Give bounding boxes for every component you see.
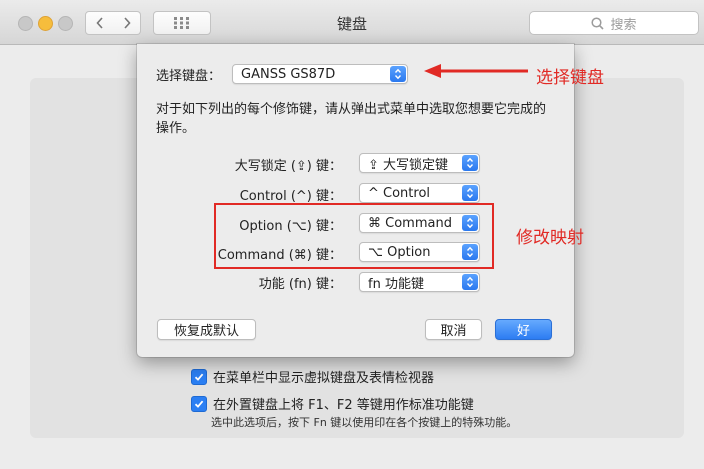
control-key-select[interactable]: ^ Control (359, 183, 480, 203)
show-viewer-checkbox[interactable] (191, 368, 207, 385)
up-down-arrows-icon (462, 155, 478, 171)
chevron-right-icon (123, 17, 131, 29)
show-all-button[interactable] (153, 11, 211, 35)
show-viewer-checkbox-row[interactable]: 在菜单栏中显示虚拟键盘及表情检视器 (191, 367, 434, 386)
up-down-arrows-icon (462, 185, 478, 201)
grid-icon (174, 17, 189, 29)
checkmark-icon (194, 373, 204, 381)
caps-lock-key-value: ⇪ 大写锁定键 (368, 157, 449, 173)
red-arrow-icon (424, 64, 528, 78)
search-field[interactable]: 搜索 (529, 11, 699, 35)
function-key-label: 功能 (fn) 键： (258, 277, 342, 292)
cancel-button[interactable]: 取消 (425, 319, 482, 340)
search-icon (591, 16, 605, 30)
standard-function-keys-label: 在外置键盘上将 F1、F2 等键用作标准功能键 (213, 398, 474, 413)
control-key-label: Control (^) 键： (239, 189, 342, 204)
modifier-mapping-annotation: 修改映射 (516, 228, 584, 248)
function-keys-note: 选中此选项后，按下 Fn 键以使用印在各个按键上的特殊功能。 (211, 416, 518, 429)
control-key-value: ^ Control (368, 185, 431, 201)
back-button[interactable] (85, 11, 114, 35)
minimize-window-button[interactable] (38, 16, 53, 31)
select-keyboard-annotation: 选择键盘 (536, 68, 604, 88)
zoom-window-button[interactable] (58, 16, 73, 31)
checkmark-icon (194, 400, 204, 408)
caps-lock-key-select[interactable]: ⇪ 大写锁定键 (359, 153, 480, 173)
show-viewer-label: 在菜单栏中显示虚拟键盘及表情检视器 (213, 371, 435, 386)
instruction-text: 对于如下列出的每个修饰键，请从弹出式菜单中选取您想要它完成的操作。 (156, 102, 547, 136)
ok-button[interactable]: 好 (495, 319, 552, 340)
up-down-arrows-icon (462, 274, 478, 290)
search-placeholder: 搜索 (610, 17, 637, 33)
chevron-left-icon (95, 17, 103, 29)
title-bar: 键盘 搜索 (0, 0, 704, 45)
function-key-value: fn 功能键 (368, 276, 424, 292)
keyboard-select-value: GANSS GS87D (241, 66, 336, 82)
up-down-arrows-icon (390, 66, 406, 82)
select-keyboard-label: 选择键盘： (156, 69, 222, 84)
forward-button[interactable] (113, 11, 141, 35)
function-key-select[interactable]: fn 功能键 (359, 272, 480, 292)
caps-lock-key-label: 大写锁定 (⇪) 键： (234, 159, 342, 174)
restore-defaults-button[interactable]: 恢复成默认 (157, 319, 256, 340)
modifier-highlight-box (214, 203, 494, 269)
standard-function-keys-checkbox[interactable] (191, 395, 207, 412)
standard-function-keys-checkbox-row[interactable]: 在外置键盘上将 F1、F2 等键用作标准功能键 (191, 394, 474, 413)
close-window-button[interactable] (18, 16, 33, 31)
keyboard-select[interactable]: GANSS GS87D (232, 64, 408, 84)
modifier-keys-sheet: 选择键盘： GANSS GS87D 对于如下列出的每个修饰键，请从弹出式菜单中选… (137, 44, 574, 357)
